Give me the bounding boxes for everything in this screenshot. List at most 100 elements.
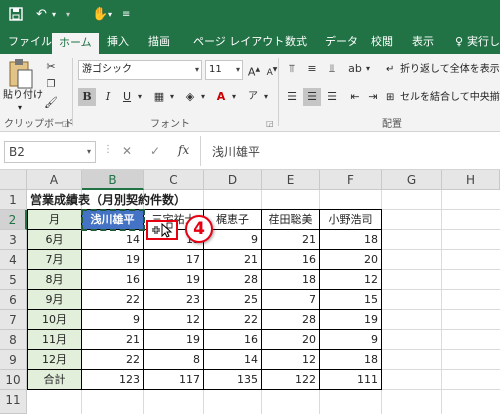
value-cell[interactable]: 20 (262, 330, 319, 350)
font-color-dropdown-icon[interactable]: ▾ (230, 88, 238, 106)
cut-icon[interactable]: ✂ (42, 58, 60, 76)
align-center-icon[interactable]: ☰ (303, 88, 321, 106)
save-icon[interactable] (9, 7, 23, 25)
value-cell[interactable]: 18 (262, 270, 319, 290)
value-cell[interactable]: 25 (204, 290, 261, 310)
name-box[interactable]: B2 ▾ (4, 141, 96, 163)
value-cell[interactable]: 20 (320, 250, 381, 270)
decrease-font-icon[interactable]: A▼ (265, 61, 279, 79)
value-cell[interactable]: 123 (82, 370, 143, 390)
month-cell[interactable]: 11月 (28, 330, 81, 350)
tab-file[interactable]: ファイル (8, 30, 52, 54)
borders-dropdown-icon[interactable]: ▾ (168, 88, 176, 106)
insert-function-icon[interactable]: fx (178, 143, 189, 157)
phonetic-icon[interactable]: ア (244, 88, 262, 106)
value-cell[interactable]: 12 (320, 270, 381, 290)
copy-icon[interactable]: ❐ (42, 76, 60, 94)
clipboard-launcher-icon[interactable]: ◲ (62, 116, 70, 132)
month-cell[interactable]: 8月 (28, 270, 81, 290)
value-cell[interactable]: 12 (262, 350, 319, 370)
month-cell[interactable]: 合計 (28, 370, 81, 390)
row-header-10[interactable]: 10 (0, 370, 27, 390)
formula-input[interactable]: 浅川雄平 (212, 143, 260, 160)
orientation-dropdown-icon[interactable]: ▾ (364, 60, 372, 78)
select-all-corner[interactable] (0, 170, 27, 190)
row-header-2[interactable]: 2 (0, 210, 27, 230)
value-cell[interactable]: 14 (204, 350, 261, 370)
tab-tell-me[interactable]: 実行したい (467, 30, 500, 54)
value-cell[interactable]: 23 (144, 290, 203, 310)
tab-data[interactable]: データ (325, 30, 358, 54)
column-header-d[interactable]: D (204, 170, 262, 190)
month-cell[interactable]: 10月 (28, 310, 81, 330)
cancel-icon[interactable]: ✕ (122, 144, 132, 158)
phonetic-dropdown-icon[interactable]: ▾ (262, 88, 270, 106)
value-cell[interactable]: 19 (144, 270, 203, 290)
row-header-5[interactable]: 5 (0, 270, 27, 290)
value-cell[interactable]: 21 (204, 250, 261, 270)
row-header-9[interactable]: 9 (0, 350, 27, 370)
column-header-e[interactable]: E (262, 170, 320, 190)
merge-center-icon[interactable]: ⊞ (386, 90, 394, 106)
undo-dropdown-icon[interactable]: ▾ (52, 6, 56, 24)
value-cell[interactable]: 7 (262, 290, 319, 310)
font-size-select[interactable]: 11 ▾ (205, 60, 243, 80)
paste-label[interactable]: 貼り付け (3, 88, 43, 104)
value-cell[interactable]: 9 (320, 330, 381, 350)
value-cell[interactable]: 19 (82, 250, 143, 270)
column-header-a[interactable]: A (27, 170, 82, 190)
value-cell[interactable]: 16 (262, 250, 319, 270)
value-cell[interactable]: 21 (262, 230, 319, 250)
italic-button[interactable]: I (99, 88, 117, 106)
value-cell[interactable]: 19 (144, 330, 203, 350)
increase-font-icon[interactable]: A▲ (247, 61, 261, 79)
tab-formulas[interactable]: 数式 (285, 30, 307, 54)
touch-mode-icon[interactable]: ✋ (92, 6, 108, 24)
value-cell[interactable]: 17 (144, 250, 203, 270)
value-cell[interactable]: 16 (82, 270, 143, 290)
header-month[interactable]: 月 (28, 210, 81, 230)
row-header-11[interactable]: 11 (0, 390, 27, 414)
row-header-8[interactable]: 8 (0, 330, 27, 350)
paste-dropdown-icon[interactable]: ▾ (18, 100, 22, 116)
month-cell[interactable]: 9月 (28, 290, 81, 310)
value-cell[interactable]: 21 (82, 330, 143, 350)
value-cell[interactable]: 14 (82, 230, 143, 250)
bold-button[interactable]: B (78, 88, 96, 106)
align-top-icon[interactable]: ⫪ (283, 60, 301, 78)
customize-icon[interactable]: ≡ (122, 6, 130, 24)
value-cell[interactable]: 15 (320, 290, 381, 310)
column-header-g[interactable]: G (382, 170, 442, 190)
month-cell[interactable]: 7月 (28, 250, 81, 270)
decrease-indent-icon[interactable]: ⇤ (346, 88, 364, 106)
increase-indent-icon[interactable]: ⇥ (364, 88, 382, 106)
tab-insert[interactable]: 挿入 (107, 30, 129, 54)
orientation-icon[interactable]: ab (346, 60, 364, 78)
value-cell[interactable]: 28 (262, 310, 319, 330)
value-cell[interactable]: 22 (82, 350, 143, 370)
header-cell-e2[interactable]: 荏田聡美 (262, 210, 319, 230)
sheet-title[interactable]: 営業成績表（月別契約件数） (27, 190, 189, 210)
undo-icon[interactable]: ↶ (36, 6, 47, 24)
redo-icon[interactable]: ▾ (66, 6, 70, 24)
tell-me-icon[interactable]: ♀ (455, 30, 463, 54)
tab-view[interactable]: 表示 (412, 30, 434, 54)
font-launcher-icon[interactable]: ◲ (266, 116, 274, 132)
value-cell[interactable]: 8 (144, 350, 203, 370)
borders-icon[interactable]: ▦ (150, 88, 168, 106)
fill-color-icon[interactable]: ◈ (181, 88, 199, 106)
enter-icon[interactable]: ✓ (150, 144, 160, 158)
value-cell[interactable]: 18 (320, 230, 381, 250)
touch-dropdown-icon[interactable]: ▾ (108, 6, 112, 24)
value-cell[interactable]: 135 (204, 370, 261, 390)
row-header-3[interactable]: 3 (0, 230, 27, 250)
merge-center-button[interactable]: セルを結合して中央揃え (400, 90, 500, 106)
value-cell[interactable]: 122 (262, 370, 319, 390)
row-header-4[interactable]: 4 (0, 250, 27, 270)
month-cell[interactable]: 12月 (28, 350, 81, 370)
wrap-text-icon[interactable]: ↵ (386, 62, 394, 78)
value-cell[interactable]: 111 (320, 370, 381, 390)
underline-dropdown-icon[interactable]: ▾ (136, 88, 144, 106)
align-left-icon[interactable]: ☰ (283, 88, 301, 106)
tab-draw[interactable]: 描画 (148, 30, 170, 54)
